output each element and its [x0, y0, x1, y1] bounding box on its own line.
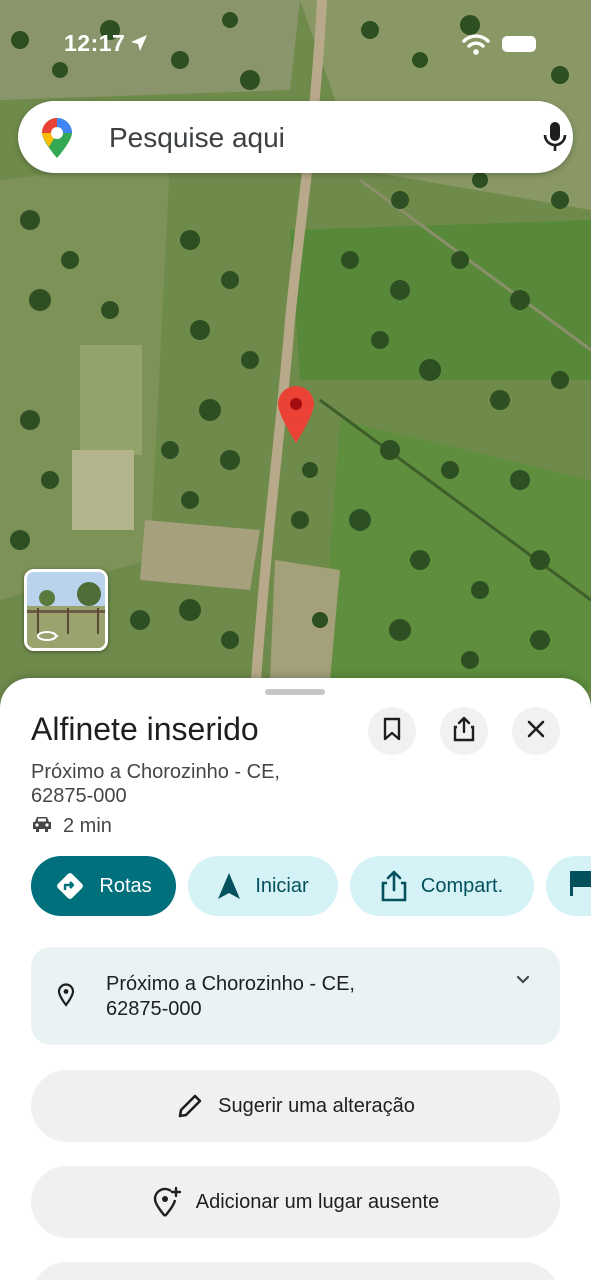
red-map-pin-icon[interactable]: [276, 385, 316, 450]
car-icon: [31, 815, 53, 838]
suggest-edit-label: Sugerir uma alteração: [218, 1094, 415, 1117]
search-input[interactable]: Pesquise aqui: [109, 122, 285, 154]
navigation-arrow-icon: [217, 872, 241, 900]
close-icon: [527, 720, 545, 743]
place-title: Alfinete inserido: [31, 711, 259, 747]
label-button[interactable]: [546, 856, 591, 916]
place-icon: [57, 983, 75, 1012]
action-chips: Rotas Iniciar Compart.: [0, 856, 591, 918]
status-bar: 12:17: [0, 0, 591, 88]
add-place-icon: [152, 1186, 182, 1218]
location-arrow-icon: [130, 34, 148, 57]
more-options-button[interactable]: [31, 1262, 560, 1280]
share-chip-button[interactable]: Compart.: [350, 856, 534, 916]
bookmark-icon: [382, 717, 402, 746]
street-view-thumbnail[interactable]: [24, 569, 108, 651]
close-button[interactable]: [512, 707, 560, 755]
address-card-line2: 62875-000: [106, 998, 202, 1020]
chevron-down-icon[interactable]: [515, 973, 531, 991]
search-bar[interactable]: Pesquise aqui: [18, 101, 573, 173]
save-button[interactable]: [368, 707, 416, 755]
place-address-line1: Próximo a Chorozinho - CE,: [31, 761, 280, 783]
directions-label: Rotas: [99, 874, 152, 897]
flag-icon: [568, 869, 591, 903]
directions-button[interactable]: Rotas: [31, 856, 176, 916]
google-maps-logo-icon: [40, 117, 74, 164]
share-label: Compart.: [420, 874, 504, 897]
suggest-edit-button[interactable]: Sugerir uma alteração: [31, 1070, 560, 1142]
place-bottom-sheet[interactable]: Alfinete inserido Próximo a Chorozinho -…: [0, 678, 591, 1280]
sheet-drag-handle[interactable]: [265, 689, 325, 695]
directions-icon: [55, 871, 85, 901]
battery-icon: [502, 36, 536, 52]
add-missing-place-label: Adicionar um lugar ausente: [195, 1190, 440, 1213]
share-icon: [453, 716, 475, 747]
start-button[interactable]: Iniciar: [188, 856, 338, 916]
address-card[interactable]: Próximo a Chorozinho - CE, 62875-000: [31, 947, 560, 1045]
pencil-icon: [176, 1092, 204, 1120]
add-missing-place-button[interactable]: Adicionar um lugar ausente: [31, 1166, 560, 1238]
share-icon: [381, 870, 407, 902]
share-button[interactable]: [440, 707, 488, 755]
drive-time-label: 2 min: [63, 815, 112, 837]
drive-time: 2 min: [31, 815, 112, 838]
wifi-icon: [462, 33, 490, 60]
start-label: Iniciar: [255, 874, 309, 897]
address-card-line1: Próximo a Chorozinho - CE,: [106, 973, 355, 995]
microphone-icon[interactable]: [542, 121, 568, 158]
status-time: 12:17: [64, 30, 126, 56]
place-address-line2: 62875-000: [31, 785, 127, 807]
